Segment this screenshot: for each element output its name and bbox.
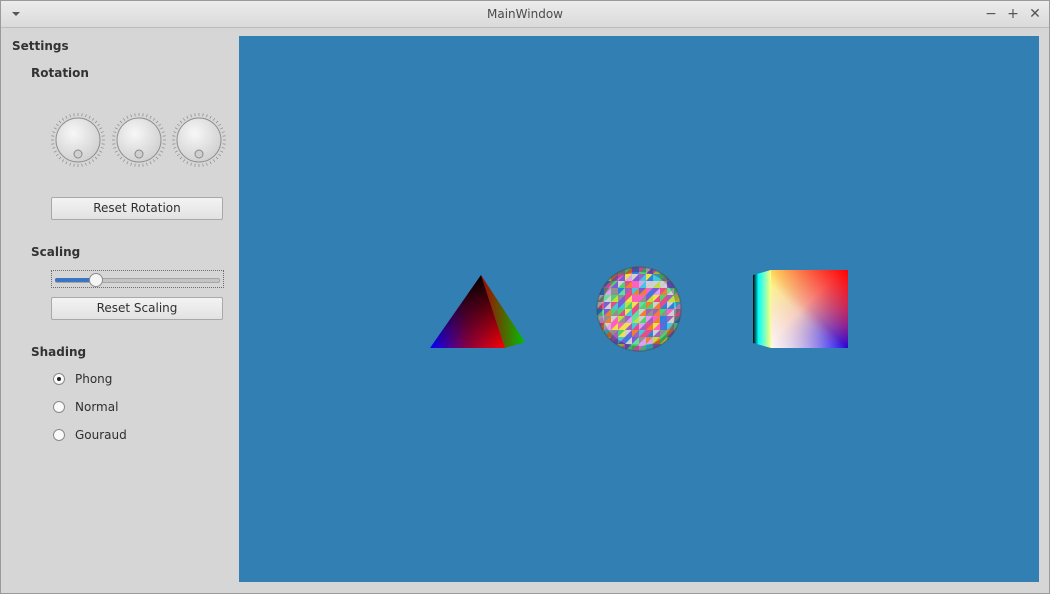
shading-option-label: Phong [75, 372, 113, 386]
cube-object [753, 270, 848, 348]
pyramid-object [430, 275, 525, 348]
window-title: MainWindow [487, 7, 563, 21]
rotation-dial-z[interactable] [171, 112, 227, 168]
rotation-dial-x[interactable] [50, 112, 106, 168]
slider-handle[interactable] [89, 273, 104, 287]
maximize-button[interactable]: + [1004, 5, 1022, 23]
shading-option-label: Normal [75, 400, 119, 414]
minimize-button[interactable]: − [982, 5, 1000, 23]
shading-option-label: Gouraud [75, 428, 127, 442]
rotation-dial-y[interactable] [111, 112, 167, 168]
close-button[interactable]: ✕ [1026, 5, 1044, 23]
opengl-viewport[interactable] [239, 36, 1039, 582]
scene-canvas [430, 266, 848, 352]
reset-scaling-button[interactable]: Reset Scaling [51, 297, 223, 320]
main-window: MainWindow − + ✕ Settings Rotation Reset… [0, 0, 1050, 594]
radio-circle [53, 429, 65, 441]
title-bar: MainWindow − + ✕ [1, 1, 1049, 28]
shading-title: Shading [31, 345, 87, 359]
rotation-title: Rotation [31, 66, 89, 80]
settings-panel: Settings Rotation Reset Rotation Scaling… [1, 28, 237, 593]
reset-rotation-button[interactable]: Reset Rotation [51, 197, 223, 220]
scaling-title: Scaling [31, 245, 81, 259]
radio-selected-dot [57, 377, 61, 381]
scaling-slider[interactable] [51, 270, 224, 288]
radio-circle [53, 373, 65, 385]
radio-circle [53, 401, 65, 413]
settings-title: Settings [12, 39, 69, 53]
